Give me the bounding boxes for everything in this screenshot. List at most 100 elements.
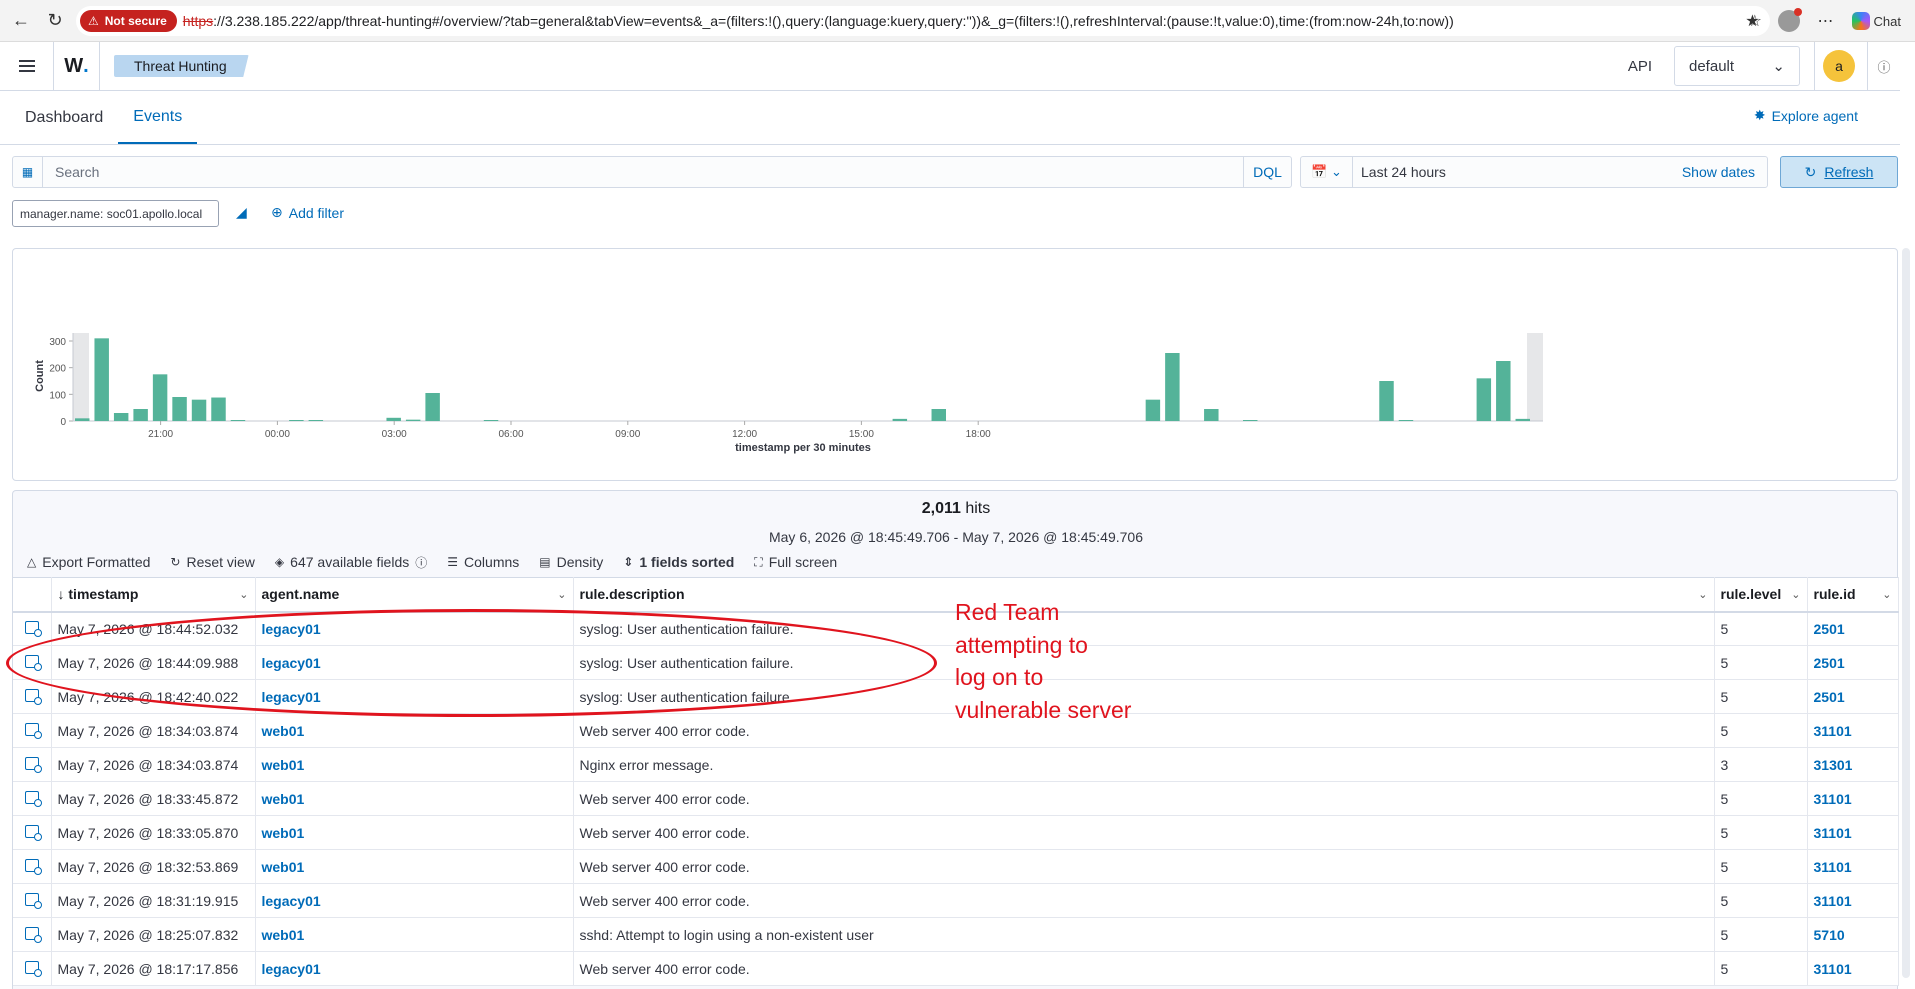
breadcrumb[interactable]: Threat Hunting xyxy=(114,55,249,77)
favorites-icon[interactable]: ★ xyxy=(1745,11,1759,31)
inspect-document-icon[interactable] xyxy=(13,679,52,714)
table-row[interactable]: May 7, 2026 @ 18:25:07.832 web01 sshd: Att… xyxy=(13,917,1899,952)
inspect-document-icon[interactable] xyxy=(13,917,52,952)
density-button[interactable]: ▤ Density xyxy=(539,554,603,570)
explore-agent-button[interactable]: ✸ Explore agent xyxy=(1754,107,1858,124)
histogram-bar[interactable] xyxy=(308,420,324,421)
histogram-bar[interactable] xyxy=(892,418,908,421)
histogram-bar[interactable] xyxy=(1145,399,1161,421)
inspect-document-icon[interactable] xyxy=(13,747,52,782)
column-header-rule-id[interactable]: rule.id ⌄ xyxy=(1807,577,1899,613)
cell-rule-id[interactable]: 31101 xyxy=(1807,781,1899,816)
back-icon[interactable]: ← xyxy=(8,8,34,34)
histogram-bar[interactable] xyxy=(1496,361,1511,421)
user-avatar[interactable]: a xyxy=(1823,50,1855,82)
cell-rule-id[interactable]: 31101 xyxy=(1807,951,1899,986)
filter-pill[interactable]: manager.name: soc01.apollo.local xyxy=(12,200,219,227)
cell-agent-name[interactable]: web01 xyxy=(255,781,574,816)
filter-icon[interactable]: ◢ xyxy=(236,204,247,221)
histogram-bar[interactable] xyxy=(75,418,90,421)
histogram-bar[interactable] xyxy=(1476,378,1492,421)
cell-rule-id[interactable]: 2501 xyxy=(1807,611,1899,646)
app-logo[interactable]: W. xyxy=(54,42,100,90)
histogram-bar[interactable] xyxy=(425,393,440,421)
cell-rule-id[interactable]: 2501 xyxy=(1807,679,1899,714)
available-fields-button[interactable]: ◈ 647 available fields ⓘ xyxy=(275,554,427,571)
column-header-timestamp[interactable]: ↓ timestamp ⌄ xyxy=(51,577,256,613)
address-bar[interactable]: ⚠ Not secure https ://3.238.185.222/app/… xyxy=(76,6,1770,36)
histogram-bar[interactable] xyxy=(1379,381,1394,421)
export-button[interactable]: △ Export Formatted xyxy=(27,554,150,570)
histogram-bar[interactable] xyxy=(289,420,304,421)
cell-agent-name[interactable]: web01 xyxy=(255,713,574,748)
histogram-bar[interactable] xyxy=(386,417,401,421)
histogram-bar[interactable] xyxy=(230,420,246,421)
table-row[interactable]: May 7, 2026 @ 18:32:53.869 web01 Web serve… xyxy=(13,849,1899,884)
histogram-bar[interactable] xyxy=(405,419,421,421)
query-language-toggle[interactable]: DQL xyxy=(1243,157,1291,187)
cell-agent-name[interactable]: legacy01 xyxy=(255,645,574,680)
cell-rule-id[interactable]: 31101 xyxy=(1807,883,1899,918)
copilot-chat-button[interactable]: Chat xyxy=(1851,12,1901,30)
table-row[interactable]: May 7, 2026 @ 18:31:19.915 legacy01 Web se… xyxy=(13,883,1899,918)
cell-rule-id[interactable]: 31301 xyxy=(1807,747,1899,782)
table-row[interactable]: May 7, 2026 @ 18:17:17.856 legacy01 Web se… xyxy=(13,951,1899,986)
search-input[interactable] xyxy=(43,164,1243,180)
menu-icon[interactable] xyxy=(0,42,54,90)
calendar-icon[interactable]: 📅 ⌄ xyxy=(1301,157,1353,187)
inspect-document-icon[interactable] xyxy=(13,815,52,850)
histogram-bar[interactable] xyxy=(1515,418,1530,421)
inspect-document-icon[interactable] xyxy=(13,713,52,748)
more-menu-icon[interactable]: ⋯ xyxy=(1818,11,1834,31)
column-header-rule-level[interactable]: rule.level ⌄ xyxy=(1714,577,1808,613)
inspect-document-icon[interactable] xyxy=(13,645,52,680)
inspect-document-icon[interactable] xyxy=(13,951,52,986)
page-scrollbar[interactable] xyxy=(1902,248,1910,978)
histogram-bar[interactable] xyxy=(172,397,187,421)
inspect-document-icon[interactable] xyxy=(13,611,52,646)
cell-rule-id[interactable]: 31101 xyxy=(1807,815,1899,850)
histogram-bar[interactable] xyxy=(94,338,109,421)
cell-rule-id[interactable]: 5710 xyxy=(1807,917,1899,952)
tab-events[interactable]: Events xyxy=(118,91,198,144)
cell-rule-id[interactable]: 31101 xyxy=(1807,849,1899,884)
cell-rule-id[interactable]: 2501 xyxy=(1807,645,1899,680)
show-dates-link[interactable]: Show dates xyxy=(1682,164,1755,180)
histogram-bar[interactable] xyxy=(1398,420,1414,421)
help-icon[interactable]: ⓘ xyxy=(1868,57,1900,76)
histogram-bar[interactable] xyxy=(1204,409,1219,421)
sort-button[interactable]: ⇕ 1 fields sorted xyxy=(623,554,734,570)
fullscreen-button[interactable]: ⛶ Full screen xyxy=(754,554,837,570)
histogram-bar[interactable] xyxy=(133,409,148,421)
cell-agent-name[interactable]: web01 xyxy=(255,815,574,850)
cell-agent-name[interactable]: web01 xyxy=(255,917,574,952)
table-row[interactable]: May 7, 2026 @ 18:33:45.872 web01 Web serve… xyxy=(13,781,1899,816)
histogram-bar[interactable] xyxy=(483,420,499,421)
column-header-agent-name[interactable]: agent.name ⌄ xyxy=(255,577,574,613)
table-row[interactable]: May 7, 2026 @ 18:34:03.874 web01 Nginx err… xyxy=(13,747,1899,782)
reload-icon[interactable]: ↻ xyxy=(42,8,68,34)
histogram-bar[interactable] xyxy=(191,399,207,421)
cell-rule-id[interactable]: 31101 xyxy=(1807,713,1899,748)
cell-agent-name[interactable]: legacy01 xyxy=(255,883,574,918)
cell-agent-name[interactable]: web01 xyxy=(255,849,574,884)
reset-view-button[interactable]: ↻ Reset view xyxy=(170,554,255,570)
inspect-document-icon[interactable] xyxy=(13,883,52,918)
cell-agent-name[interactable]: web01 xyxy=(255,747,574,782)
columns-button[interactable]: ☰ Columns xyxy=(447,554,519,570)
histogram-bar[interactable] xyxy=(113,413,129,421)
not-secure-badge[interactable]: ⚠ Not secure xyxy=(80,10,177,32)
refresh-button[interactable]: ↻ Refresh xyxy=(1780,156,1898,188)
histogram-bar[interactable] xyxy=(1165,353,1180,421)
tab-dashboard[interactable]: Dashboard xyxy=(10,91,118,144)
histogram-bar[interactable] xyxy=(211,397,226,421)
inspect-document-icon[interactable] xyxy=(13,781,52,816)
time-range-label[interactable]: Last 24 hours xyxy=(1361,164,1682,180)
inspect-document-icon[interactable] xyxy=(13,849,52,884)
table-row[interactable]: May 7, 2026 @ 18:33:05.870 web01 Web serve… xyxy=(13,815,1899,850)
browser-profile-avatar[interactable] xyxy=(1777,8,1802,32)
add-filter-button[interactable]: ⊕ Add filter xyxy=(271,204,344,221)
histogram-bar[interactable] xyxy=(1243,420,1258,421)
cell-agent-name[interactable]: legacy01 xyxy=(255,951,574,986)
tenant-select[interactable]: default ⌄ xyxy=(1674,46,1800,86)
